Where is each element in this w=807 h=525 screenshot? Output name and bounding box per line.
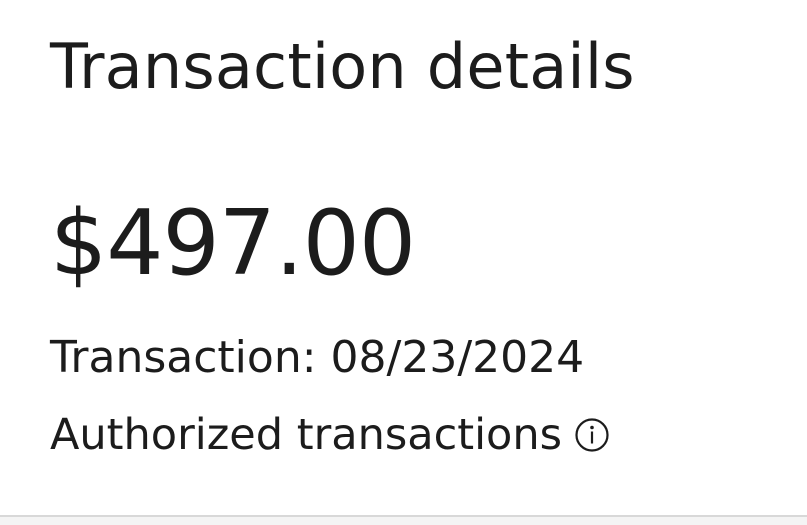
- info-icon[interactable]: [574, 417, 610, 453]
- transaction-date: Transaction: 08/23/2024: [50, 332, 585, 383]
- info-icon-svg: [575, 418, 609, 452]
- transaction-amount: $497.00: [50, 191, 416, 296]
- transaction-details-panel: Transaction details $497.00 Transaction:…: [0, 0, 807, 515]
- transaction-status: Authorized transactions: [50, 410, 563, 460]
- transaction-status-row: Authorized transactions: [50, 405, 610, 465]
- page-title: Transaction details: [50, 30, 635, 103]
- bottom-gap: [0, 517, 807, 525]
